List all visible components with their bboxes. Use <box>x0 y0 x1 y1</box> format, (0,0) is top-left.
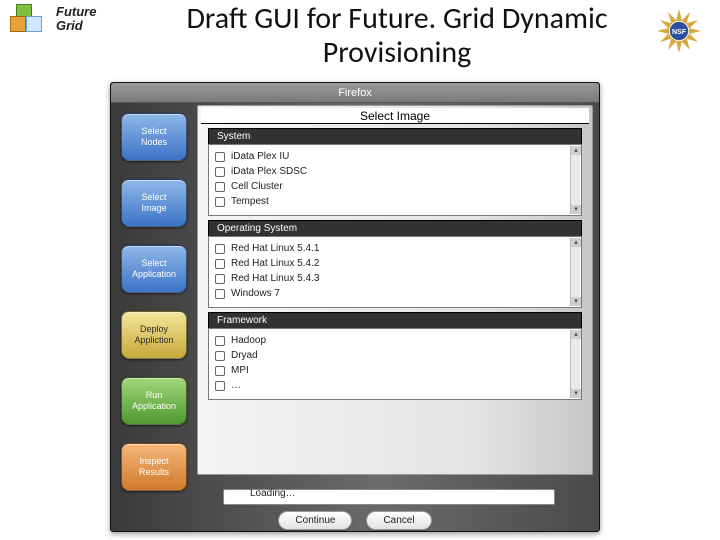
progress-row: Loading… <box>203 487 585 507</box>
fieldset-label: Framework <box>208 312 582 328</box>
wizard-step-buttons: Select Nodes Select Image Select Applicati… <box>121 113 187 491</box>
option-row[interactable]: iData Plex SDSC <box>215 164 575 179</box>
logo-line2: Grid <box>56 18 83 33</box>
fieldset-label: System <box>208 128 582 144</box>
option-label: iData Plex IU <box>231 151 289 162</box>
checkbox-icon[interactable] <box>215 244 225 254</box>
scroll-up-icon[interactable]: ▴ <box>571 330 581 339</box>
option-row[interactable]: Tempest <box>215 194 575 209</box>
option-label: Tempest <box>231 196 269 207</box>
fieldset-framework: FrameworkHadoopDryadMPI…▴▾ <box>208 312 582 400</box>
option-label: Red Hat Linux 5.4.2 <box>231 258 319 269</box>
option-row[interactable]: Cell Cluster <box>215 179 575 194</box>
fieldset-operating-system: Operating SystemRed Hat Linux 5.4.1Red H… <box>208 220 582 308</box>
continue-button[interactable]: Continue <box>278 511 352 530</box>
option-label: Dryad <box>231 350 258 361</box>
scrollbar[interactable]: ▴▾ <box>570 238 580 306</box>
option-label: … <box>231 380 241 391</box>
option-row[interactable]: Hadoop <box>215 333 575 348</box>
checkbox-icon[interactable] <box>215 289 225 299</box>
window-titlebar: Firefox <box>111 83 599 103</box>
futuregrid-icon <box>10 2 50 36</box>
checkbox-icon[interactable] <box>215 167 225 177</box>
option-label: Hadoop <box>231 335 266 346</box>
option-row[interactable]: MPI <box>215 363 575 378</box>
futuregrid-logo: Future Grid <box>10 2 140 36</box>
option-label: MPI <box>231 365 249 376</box>
fieldset-body: iData Plex IU iData Plex SDSC Cell Cluster… <box>208 144 582 216</box>
checkbox-icon[interactable] <box>215 182 225 192</box>
option-label: iData Plex SDSC <box>231 166 307 177</box>
checkbox-icon[interactable] <box>215 274 225 284</box>
progress-bar: Loading… <box>223 489 555 505</box>
option-row[interactable]: Red Hat Linux 5.4.1 <box>215 241 575 256</box>
checkbox-icon[interactable] <box>215 197 225 207</box>
wizard-step-5[interactable]: Inspect Results <box>121 443 187 491</box>
svg-text:NSF: NSF <box>672 29 687 36</box>
nsf-logo-icon: NSF <box>654 6 704 56</box>
logo-line1: Future <box>56 4 96 19</box>
content-pane: Select Image SystemiData Plex IUiData Pl… <box>197 105 593 475</box>
fieldset-label: Operating System <box>208 220 582 236</box>
option-row[interactable]: Windows 7 <box>215 286 575 301</box>
wizard-step-0[interactable]: Select Nodes <box>121 113 187 161</box>
scroll-up-icon[interactable]: ▴ <box>571 238 581 247</box>
option-row[interactable]: Dryad <box>215 348 575 363</box>
scroll-up-icon[interactable]: ▴ <box>571 146 581 155</box>
scroll-down-icon[interactable]: ▾ <box>571 297 581 306</box>
option-label: Cell Cluster <box>231 181 283 192</box>
checkbox-icon[interactable] <box>215 152 225 162</box>
slide-header: Future Grid Draft GUI for Future. Grid D… <box>0 0 720 76</box>
scroll-down-icon[interactable]: ▾ <box>571 389 581 398</box>
window-body: Select Nodes Select Image Select Applicati… <box>111 103 599 531</box>
fieldset-body: Red Hat Linux 5.4.1 Red Hat Linux 5.4.2 Re… <box>208 236 582 308</box>
checkbox-icon[interactable] <box>215 259 225 269</box>
option-row[interactable]: iData Plex IU <box>215 149 575 164</box>
checkbox-icon[interactable] <box>215 351 225 361</box>
slide-title: Draft GUI for Future. Grid Dynamic Provi… <box>140 2 654 76</box>
checkbox-icon[interactable] <box>215 366 225 376</box>
checkbox-icon[interactable] <box>215 336 225 346</box>
wizard-step-4[interactable]: Run Application <box>121 377 187 425</box>
wizard-step-3[interactable]: Deploy Appliction <box>121 311 187 359</box>
wizard-step-2[interactable]: Select Application <box>121 245 187 293</box>
option-row[interactable]: Red Hat Linux 5.4.3 <box>215 271 575 286</box>
scrollbar[interactable]: ▴▾ <box>570 146 580 214</box>
option-row[interactable]: Red Hat Linux 5.4.2 <box>215 256 575 271</box>
fieldset-system: System iData Plex IU iData Plex SDSC Cell C… <box>208 128 582 216</box>
futuregrid-logo-text: Future Grid <box>56 5 96 33</box>
option-label: Red Hat Linux 5.4.3 <box>231 273 319 284</box>
progress-label: Loading… <box>250 488 296 499</box>
option-label: Red Hat Linux 5.4.1 <box>231 243 319 254</box>
fieldset-body: HadoopDryadMPI…▴▾ <box>208 328 582 400</box>
option-row[interactable]: … <box>215 378 575 393</box>
checkbox-icon[interactable] <box>215 381 225 391</box>
action-row: Continue Cancel <box>111 511 599 530</box>
app-window: Firefox Select Nodes Select Image Select A… <box>110 82 600 532</box>
cancel-button[interactable]: Cancel <box>366 511 431 530</box>
scrollbar[interactable]: ▴▾ <box>570 330 580 398</box>
option-label: Windows 7 <box>231 288 280 299</box>
scroll-down-icon[interactable]: ▾ <box>571 205 581 214</box>
wizard-step-1[interactable]: Select Image <box>121 179 187 227</box>
content-title: Select Image <box>201 108 589 124</box>
